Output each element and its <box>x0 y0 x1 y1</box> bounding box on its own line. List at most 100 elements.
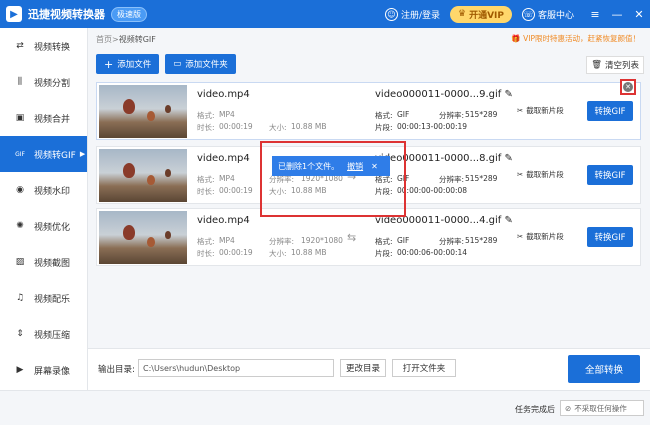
pencil-icon[interactable]: ✎ <box>504 153 512 164</box>
sidebar-item-watermark[interactable]: ◉ 视频水印 <box>0 172 87 208</box>
format-value: MP4 <box>219 110 235 119</box>
format-label: 格式: <box>197 175 215 184</box>
output-name: video000011-0000...9.gif ✎ <box>375 89 513 100</box>
promo-banner[interactable]: 🎁 VIP限时特惠活动，赶紧恢复颜值！ <box>511 33 640 44</box>
cut-label: 截取新片段 <box>526 232 564 241</box>
record-icon: ▶ <box>16 365 24 375</box>
balloon-shape <box>165 105 171 113</box>
sidebar-item-compress[interactable]: ⇕ 视频压缩 <box>0 316 87 352</box>
split-icon: ⫼ <box>17 77 23 87</box>
balloon-shape <box>123 99 135 114</box>
sidebar-item-record[interactable]: ▶ 屏幕录像 <box>0 352 87 388</box>
video-thumbnail <box>99 149 187 202</box>
menu-icon[interactable]: ≡ <box>584 0 606 28</box>
user-icon: ☺ <box>384 7 398 21</box>
open-folder-button[interactable]: 打开文件夹 <box>392 359 456 377</box>
sidebar-item-split[interactable]: ⫼ 视频分割 <box>0 64 87 100</box>
trash-icon: 🗑 <box>591 60 602 70</box>
breadcrumb-home[interactable]: 首页 <box>96 34 112 45</box>
cut-label: 截取新片段 <box>526 106 564 115</box>
cut-clip-button[interactable]: ✂ 截取新片段 <box>517 231 564 242</box>
minimize-icon[interactable]: — <box>606 0 628 28</box>
sidebar-item-music[interactable]: ♫ 视频配乐 <box>0 280 87 316</box>
file-name: video.mp4 <box>197 153 250 164</box>
out-res-value: 515*289 <box>465 110 498 119</box>
out-res-value: 515*289 <box>465 236 498 245</box>
scissors-icon: ✂ <box>517 232 524 241</box>
gif-icon: GIF <box>15 150 25 158</box>
duration-label: 时长: <box>197 187 215 196</box>
clip-label: 片段: <box>375 249 393 258</box>
sidebar-item-merge[interactable]: ▣ 视频合并 <box>0 100 87 136</box>
app-title: 迅捷视频转换器 <box>28 8 105 21</box>
sidebar-item-gif[interactable]: GIF 视频转GIF ▶ <box>0 136 87 172</box>
size-value: 10.88 MB <box>291 122 327 131</box>
video-thumbnail <box>99 85 187 138</box>
status-bar: 任务完成后 ⊘ 不采取任何操作 <box>0 390 650 425</box>
sidebar-item-convert[interactable]: ⇄ 视频转换 <box>0 28 87 64</box>
cut-clip-button[interactable]: ✂ 截取新片段 <box>517 105 564 116</box>
balloon-shape <box>123 163 135 178</box>
pencil-icon[interactable]: ✎ <box>504 215 512 226</box>
output-name-text: video000011-0000...9.gif <box>375 89 502 100</box>
res-label: 分辨率: <box>269 237 295 246</box>
file-row[interactable]: video.mp4 格式: MP4 时长: 00:00:19 大小: 10.88… <box>96 79 641 140</box>
clip-value: 00:00:06-00:00:14 <box>397 248 468 257</box>
convert-gif-button[interactable]: 转换GIF <box>587 227 633 247</box>
out-res-value: 515*289 <box>465 174 498 183</box>
app-logo-icon: ▶ <box>6 6 22 22</box>
vip-button[interactable]: ♛ 开通VIP <box>449 5 512 23</box>
sidebar-item-optimize[interactable]: ✺ 视频优化 <box>0 208 87 244</box>
duration-label: 时长: <box>197 249 215 258</box>
delete-toast: 已删除1个文件。 撤销 ✕ <box>272 156 390 176</box>
login-label: 注册/登录 <box>400 10 440 21</box>
clip-label: 片段: <box>375 123 393 132</box>
login-link[interactable]: ☺ 注册/登录 <box>384 7 440 21</box>
out-format-label: 格式: <box>375 237 393 246</box>
sidebar-item-screenshot[interactable]: ▨ 视频截图 <box>0 244 87 280</box>
delete-row-button[interactable]: ✕ <box>620 79 636 95</box>
convert-gif-button[interactable]: 转换GIF <box>587 165 633 185</box>
crown-icon: ♛ <box>457 9 467 19</box>
breadcrumb-separator: > <box>112 34 119 44</box>
balloon-shape <box>147 175 155 185</box>
add-file-label: 添加文件 <box>117 60 152 70</box>
sidebar-item-label: 视频合并 <box>34 114 71 125</box>
video-thumbnail <box>99 211 187 264</box>
convert-gif-button[interactable]: 转换GIF <box>587 101 633 121</box>
format-value: MP4 <box>219 236 235 245</box>
add-folder-label: 添加文件夹 <box>185 60 228 70</box>
sidebar-item-label: 视频截图 <box>34 258 71 269</box>
sidebar-item-label: 屏幕录像 <box>34 366 71 377</box>
service-link[interactable]: ☏ 客服中心 <box>521 7 574 21</box>
duration-value: 00:00:19 <box>219 248 253 257</box>
sidebar-item-label: 视频配乐 <box>34 294 71 305</box>
close-icon[interactable]: ✕ <box>628 0 650 28</box>
shuffle-icon: ⇆ <box>347 231 357 244</box>
after-task-label: 任务完成后 <box>515 405 555 414</box>
add-file-button[interactable]: + 添加文件 <box>96 54 160 74</box>
cut-clip-button[interactable]: ✂ 截取新片段 <box>517 169 564 180</box>
output-path-field[interactable]: C:\Users\hudun\Desktop <box>138 359 334 377</box>
music-icon: ♫ <box>15 293 25 303</box>
add-folder-button[interactable]: ▭ 添加文件夹 <box>165 54 236 74</box>
clear-list-button[interactable]: 🗑 清空列表 <box>586 56 644 74</box>
pencil-icon[interactable]: ✎ <box>504 89 512 100</box>
watermark-icon: ◉ <box>16 185 24 195</box>
file-name: video.mp4 <box>197 215 250 226</box>
clear-list-label: 清空列表 <box>604 61 639 71</box>
out-res-label: 分辨率: <box>439 111 465 120</box>
undo-link[interactable]: 撤销 <box>347 161 363 172</box>
sidebar-item-label: 视频转换 <box>34 42 71 53</box>
duration-value: 00:00:19 <box>219 186 253 195</box>
highlight-frame <box>260 141 406 217</box>
after-task-select[interactable]: ⊘ 不采取任何操作 <box>560 400 644 416</box>
out-res-label: 分辨率: <box>439 237 465 246</box>
plus-icon: + <box>104 57 114 71</box>
change-dir-button[interactable]: 更改目录 <box>340 359 386 377</box>
toolbar: + 添加文件 ▭ 添加文件夹 <box>96 54 242 74</box>
out-format-value: GIF <box>397 110 410 119</box>
convert-all-button[interactable]: 全部转换 <box>568 355 640 383</box>
after-task-value: 不采取任何操作 <box>574 403 627 413</box>
close-icon[interactable]: ✕ <box>371 162 378 171</box>
